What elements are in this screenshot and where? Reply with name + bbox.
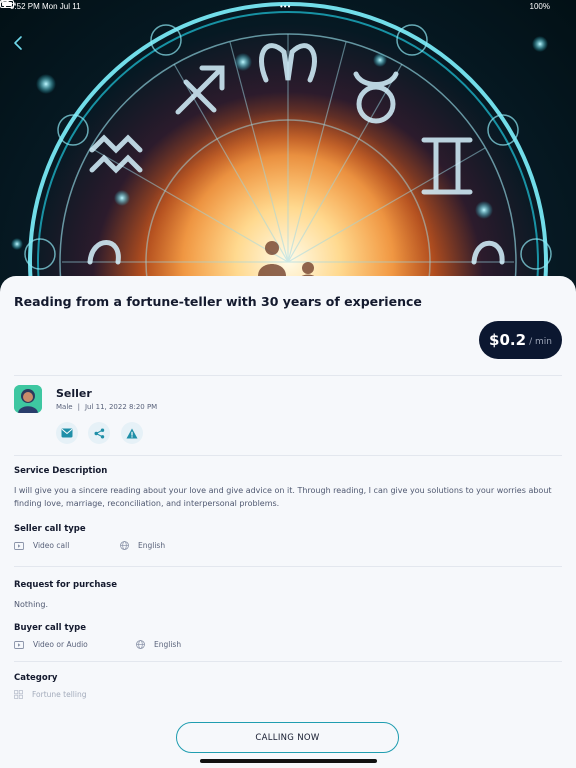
price-amount: $0.2 bbox=[489, 331, 527, 349]
meta-separator: | bbox=[77, 403, 80, 411]
multitasking-dots[interactable]: ••• bbox=[280, 0, 291, 14]
buyer-language: English bbox=[136, 640, 181, 649]
report-button[interactable] bbox=[121, 422, 143, 444]
video-icon bbox=[14, 640, 24, 649]
divider bbox=[14, 566, 562, 567]
listing-title: Reading from a fortune-teller with 30 ye… bbox=[14, 294, 422, 309]
request-for-purchase-text: Nothing. bbox=[14, 600, 48, 609]
seller-call-type-video: Video call bbox=[14, 541, 69, 550]
price-badge: $0.2 / min bbox=[479, 321, 562, 359]
screen: 9:52 PM Mon Jul 11 ••• 100% Reading from… bbox=[0, 0, 576, 768]
service-description-text: I will give you a sincere reading about … bbox=[14, 486, 552, 508]
zodiac-wheel-illustration bbox=[11, 2, 552, 300]
chevron-left-icon bbox=[14, 36, 22, 50]
globe-icon bbox=[120, 541, 129, 550]
detail-sheet: Reading from a fortune-teller with 30 ye… bbox=[0, 276, 576, 768]
seller-meta: Male | Jul 11, 2022 8:20 PM bbox=[56, 403, 157, 411]
divider bbox=[14, 455, 562, 456]
status-bar: 9:52 PM Mon Jul 11 ••• 100% bbox=[0, 0, 576, 14]
battery-icon bbox=[0, 0, 16, 8]
message-button[interactable] bbox=[56, 422, 78, 444]
seller-language: English bbox=[120, 541, 165, 550]
video-icon bbox=[14, 541, 24, 550]
seller-avatar-icon bbox=[14, 385, 42, 413]
divider bbox=[14, 375, 562, 376]
hero-image: 9:52 PM Mon Jul 11 ••• 100% bbox=[0, 0, 576, 300]
category-item: Fortune telling bbox=[14, 690, 87, 699]
buyer-call-type-label: Buyer call type bbox=[14, 623, 87, 633]
category-grid-icon bbox=[14, 690, 23, 699]
service-description-label: Service Description bbox=[14, 466, 108, 476]
request-for-purchase-label: Request for purchase bbox=[14, 580, 117, 590]
warning-icon bbox=[126, 428, 138, 438]
status-date: Mon Jul 11 bbox=[42, 2, 81, 11]
seller-language-value: English bbox=[138, 541, 166, 550]
buyer-call-type-video: Video or Audio bbox=[14, 640, 88, 649]
category-label: Category bbox=[14, 673, 58, 683]
globe-icon bbox=[136, 640, 145, 649]
battery-percentage: 100% bbox=[529, 2, 550, 11]
buyer-call-type-value: Video or Audio bbox=[33, 640, 88, 649]
price-unit: / min bbox=[529, 337, 552, 347]
calling-now-button[interactable]: CALLING NOW bbox=[176, 722, 399, 753]
share-button[interactable] bbox=[88, 422, 110, 444]
mail-icon bbox=[61, 428, 73, 438]
buyer-language-value: English bbox=[154, 640, 182, 649]
share-icon bbox=[94, 428, 104, 438]
seller-name[interactable]: Seller bbox=[56, 387, 92, 400]
back-button[interactable] bbox=[8, 32, 28, 54]
seller-call-type-value: Video call bbox=[33, 541, 70, 550]
seller-call-type-label: Seller call type bbox=[14, 524, 86, 534]
home-indicator[interactable] bbox=[200, 759, 377, 763]
seller-date: Jul 11, 2022 8:20 PM bbox=[84, 403, 158, 411]
divider bbox=[14, 661, 562, 662]
seller-gender: Male bbox=[56, 403, 73, 411]
avatar[interactable] bbox=[14, 385, 42, 413]
category-value: Fortune telling bbox=[32, 690, 87, 699]
